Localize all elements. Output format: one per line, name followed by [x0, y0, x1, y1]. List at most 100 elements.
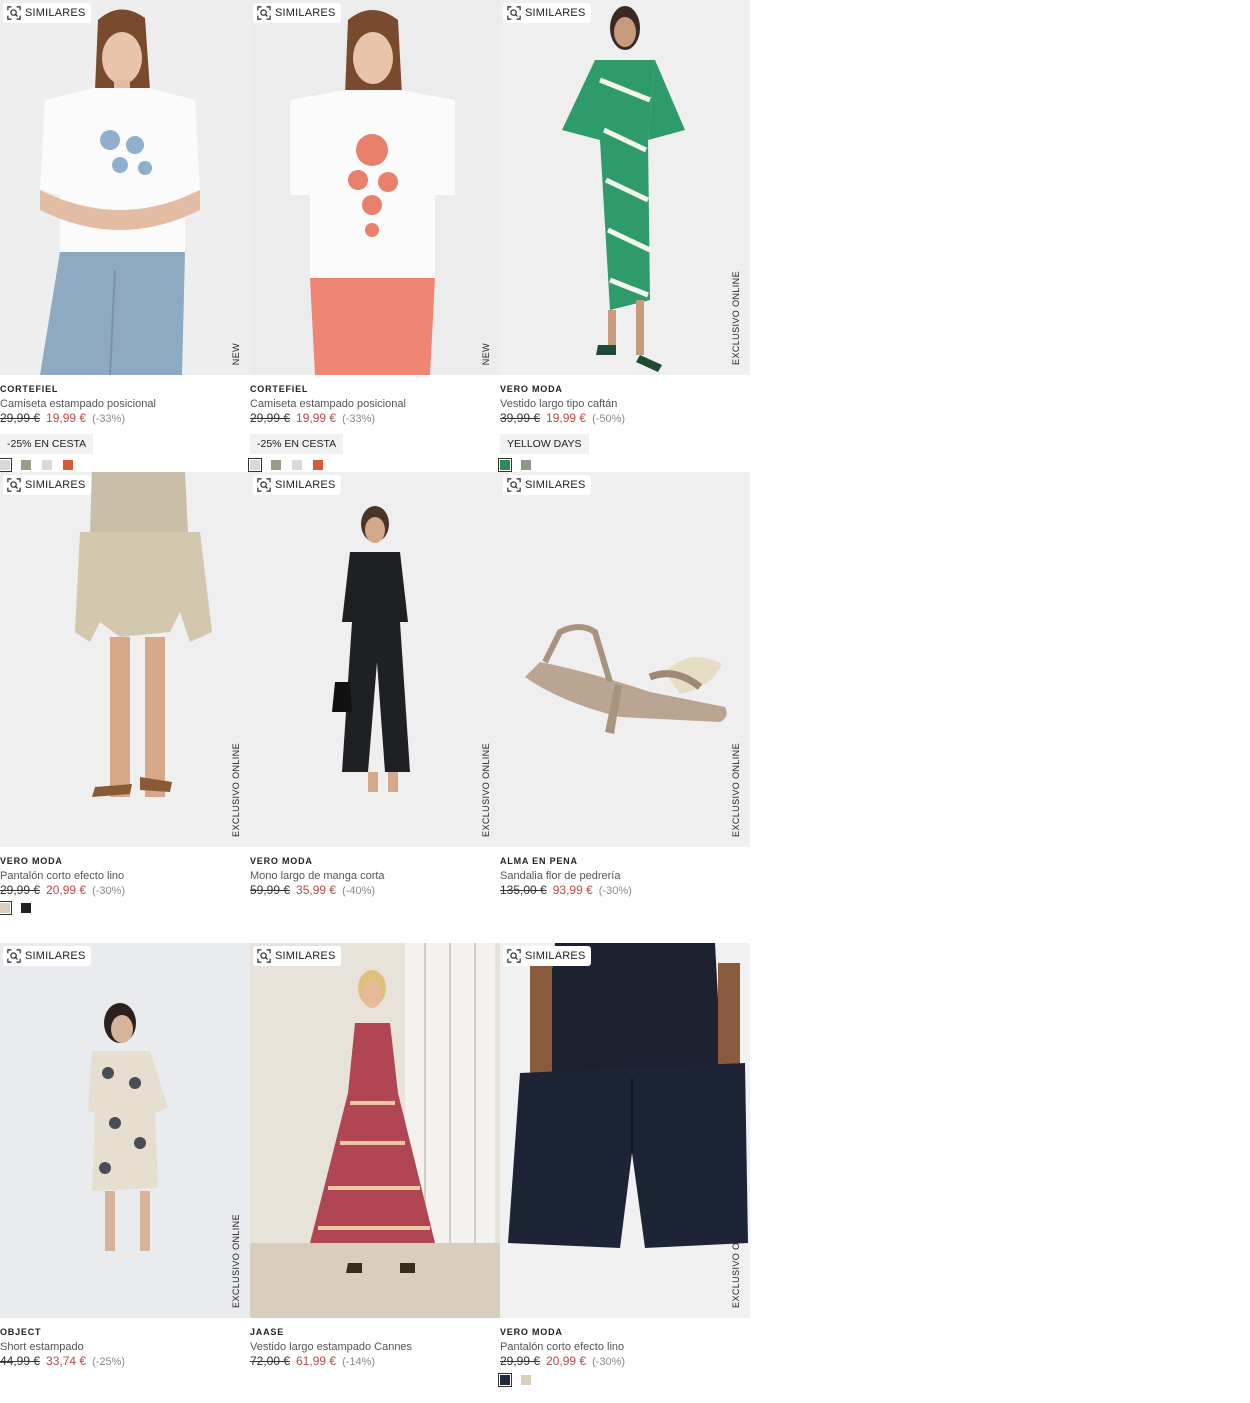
visual-search-icon: [7, 478, 21, 492]
online-exclusive-tag: EXCLUSIVO ONLINE: [731, 271, 741, 365]
sale-price: 19,99 €: [46, 411, 87, 425]
product-photo: [500, 472, 750, 847]
discount-percent: (-30%): [592, 1356, 626, 1368]
promo-badge: -25% EN CESTA: [0, 434, 94, 454]
color-swatch[interactable]: [521, 460, 531, 470]
promo-badge: YELLOW DAYS: [500, 434, 589, 454]
product-image[interactable]: SIMILARES EXCLUSIVO ONLINE: [0, 472, 250, 847]
color-swatch[interactable]: [498, 1373, 512, 1387]
product-price: 39,99 € 19,99 € (-50%): [500, 411, 750, 426]
product-name[interactable]: Pantalón corto efecto lino: [500, 1340, 750, 1354]
color-swatches: [498, 458, 531, 472]
product-price: 29,99 € 19,99 € (-33%): [0, 411, 250, 426]
product-photo: [0, 0, 250, 375]
sale-price: 61,99 €: [296, 1354, 337, 1368]
similar-label: SIMILARES: [525, 950, 586, 962]
product-photo: [500, 0, 750, 375]
product-image[interactable]: SIMILARES EXCLUSIVO ONLINE: [0, 943, 250, 1318]
similar-button[interactable]: SIMILARES: [253, 3, 341, 23]
color-swatches: [248, 458, 323, 472]
product-price: 29,99 € 19,99 € (-33%): [250, 411, 500, 426]
similar-button[interactable]: SIMILARES: [3, 946, 91, 966]
product-price: 44,99 € 33,74 € (-25%): [0, 1354, 250, 1369]
product-image[interactable]: SIMILARES NEW: [250, 0, 500, 375]
sale-price: 20,99 €: [46, 883, 87, 897]
product-brand: JAASE: [250, 1327, 285, 1337]
product-photo: [500, 943, 750, 1318]
similar-button[interactable]: SIMILARES: [503, 3, 591, 23]
color-swatch[interactable]: [0, 458, 12, 472]
product-photo: [250, 472, 500, 847]
similar-button[interactable]: SIMILARES: [503, 946, 591, 966]
product-name[interactable]: Vestido largo estampado Cannes: [250, 1340, 500, 1354]
original-price: 44,99 €: [0, 1354, 41, 1368]
similar-button[interactable]: SIMILARES: [503, 475, 591, 495]
sale-price: 35,99 €: [296, 883, 337, 897]
product-name[interactable]: Camiseta estampado posicional: [250, 397, 500, 411]
product-image[interactable]: SIMILARES EXCLUSIVO ONLINE: [250, 472, 500, 847]
product-photo: [250, 943, 500, 1318]
visual-search-icon: [257, 6, 271, 20]
product-name[interactable]: Mono largo de manga corta: [250, 869, 500, 883]
color-swatch[interactable]: [21, 460, 31, 470]
product-info: CORTEFIEL Camiseta estampado posicional …: [250, 383, 500, 454]
product-brand: CORTEFIEL: [250, 384, 309, 394]
product-photo: [250, 0, 500, 375]
visual-search-icon: [7, 6, 21, 20]
original-price: 29,99 €: [250, 411, 291, 425]
product-name[interactable]: Sandalia flor de pedrería: [500, 869, 750, 883]
color-swatch[interactable]: [21, 903, 31, 913]
color-swatch[interactable]: [292, 460, 302, 470]
color-swatch[interactable]: [498, 458, 512, 472]
color-swatch[interactable]: [521, 1375, 531, 1385]
product-image[interactable]: SIMILARES EXCLUSIVO ONLINE: [500, 472, 750, 847]
product-image[interactable]: SIMILARES NEW: [0, 0, 250, 375]
product-brand: VERO MODA: [500, 384, 563, 394]
similar-label: SIMILARES: [275, 7, 336, 19]
product-name[interactable]: Camiseta estampado posicional: [0, 397, 250, 411]
similar-label: SIMILARES: [275, 950, 336, 962]
product-image[interactable]: SIMILARES EXCLUSIVO ONLINE: [500, 943, 750, 1318]
product-price: 29,99 € 20,99 € (-30%): [0, 883, 250, 898]
product-price: 59,99 € 35,99 € (-40%): [250, 883, 500, 898]
similar-button[interactable]: SIMILARES: [3, 3, 91, 23]
color-swatch[interactable]: [42, 460, 52, 470]
sale-price: 20,99 €: [546, 1354, 587, 1368]
new-tag: NEW: [481, 342, 491, 365]
visual-search-icon: [257, 478, 271, 492]
color-swatch[interactable]: [248, 458, 262, 472]
discount-percent: (-33%): [342, 413, 376, 425]
color-swatch[interactable]: [271, 460, 281, 470]
product-image[interactable]: SIMILARES: [250, 943, 500, 1318]
product-info: ALMA EN PENA Sandalia flor de pedrería 1…: [500, 855, 750, 898]
product-info: CORTEFIEL Camiseta estampado posicional …: [0, 383, 250, 454]
color-swatches: [0, 901, 31, 915]
similar-label: SIMILARES: [525, 7, 586, 19]
online-exclusive-tag: EXCLUSIVO ONLINE: [231, 1214, 241, 1308]
product-photo: [0, 943, 250, 1318]
color-swatch[interactable]: [0, 901, 12, 915]
original-price: 29,99 €: [500, 1354, 541, 1368]
product-name[interactable]: Pantalón corto efecto lino: [0, 869, 250, 883]
similar-button[interactable]: SIMILARES: [253, 946, 341, 966]
discount-percent: (-30%): [92, 885, 126, 897]
product-info: OBJECT Short estampado 44,99 € 33,74 € (-2…: [0, 1326, 250, 1369]
product-price: 135,00 € 93,99 € (-30%): [500, 883, 750, 898]
similar-label: SIMILARES: [525, 479, 586, 491]
color-swatch[interactable]: [313, 460, 323, 470]
similar-button[interactable]: SIMILARES: [3, 475, 91, 495]
original-price: 135,00 €: [500, 883, 547, 897]
product-image[interactable]: SIMILARES EXCLUSIVO ONLINE: [500, 0, 750, 375]
product-name[interactable]: Vestido largo tipo caftán: [500, 397, 750, 411]
color-swatches: [498, 1373, 531, 1387]
product-info: VERO MODA Vestido largo tipo caftán 39,9…: [500, 383, 750, 454]
product-name[interactable]: Short estampado: [0, 1340, 250, 1354]
product-brand: VERO MODA: [250, 856, 313, 866]
promo-badge: -25% EN CESTA: [250, 434, 344, 454]
discount-percent: (-50%): [592, 413, 626, 425]
sale-price: 19,99 €: [296, 411, 337, 425]
color-swatch[interactable]: [63, 460, 73, 470]
similar-button[interactable]: SIMILARES: [253, 475, 341, 495]
original-price: 72,00 €: [250, 1354, 291, 1368]
sale-price: 19,99 €: [546, 411, 587, 425]
